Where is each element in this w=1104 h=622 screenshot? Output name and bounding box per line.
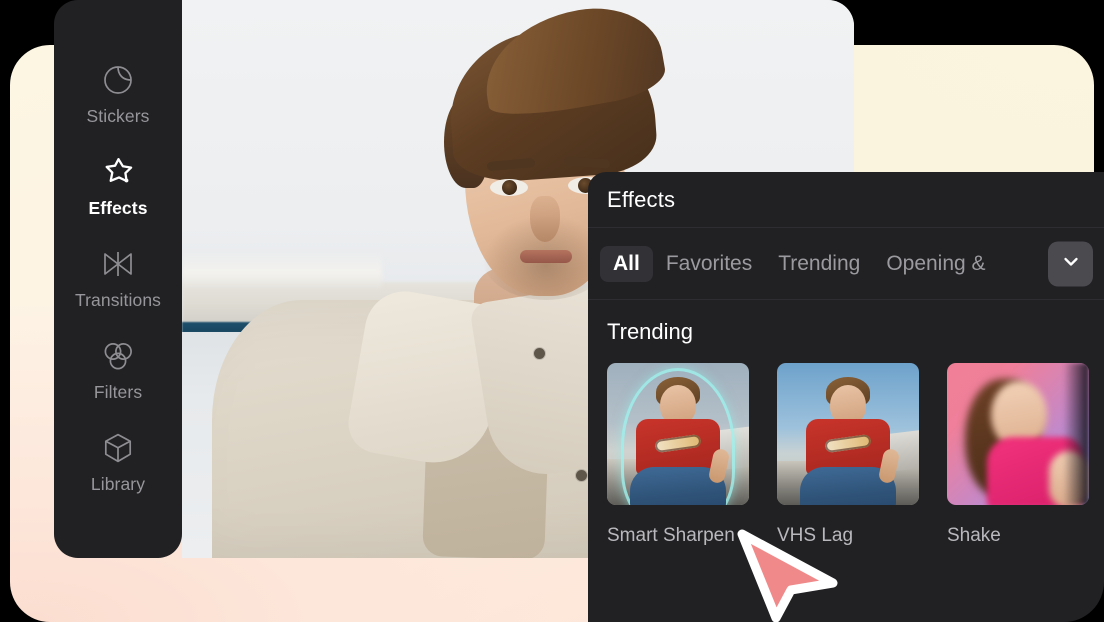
effect-thumbnail[interactable] [607,363,749,505]
tab-opening[interactable]: Opening & [873,246,998,282]
sidebar-item-label: Filters [93,382,143,402]
sidebar-item-label: Library [90,474,146,494]
tabs-dropdown-button[interactable] [1048,241,1093,286]
tab-trending[interactable]: Trending [765,246,873,282]
effect-thumbnail[interactable] [777,363,919,505]
star-sparkle-icon [101,155,135,189]
subject-button-top [534,348,545,359]
thumb3-edge-shadow [1063,363,1089,505]
effects-panel-header: Effects [588,172,1104,228]
tool-sidebar: Stickers Effects Transitions Filters Lib… [54,0,182,558]
subject-button-bottom [576,470,587,481]
subject-pupil-left [502,180,517,195]
tab-favorites[interactable]: Favorites [653,246,765,282]
section-title: Trending [607,319,694,344]
effect-thumbnail[interactable] [947,363,1089,505]
effect-card-vhs-lag[interactable]: VHS Lag [777,363,919,547]
sidebar-item-label: Stickers [86,106,150,126]
effect-card-smart-sharpen[interactable]: Smart Sharpen [607,363,749,547]
cube-icon [101,431,135,465]
sidebar-item-effects[interactable]: Effects [54,155,182,219]
screenshot-root: Stickers Effects Transitions Filters Lib… [0,0,1104,622]
subject-mouth [520,250,572,263]
transition-icon [101,247,135,281]
effects-grid: Smart Sharpen VHS Lag Shake [588,345,1104,547]
effect-label: Smart Sharpen [607,525,735,546]
sidebar-item-filters[interactable]: Filters [54,339,182,403]
sidebar-item-stickers[interactable]: Stickers [54,63,182,127]
chevron-down-icon [1060,250,1082,277]
panel-title: Effects [607,186,676,212]
sidebar-item-label: Transitions [74,290,162,310]
sidebar-item-transitions[interactable]: Transitions [54,247,182,311]
effect-label: VHS Lag [777,525,854,546]
sidebar-item-label: Effects [88,198,148,218]
effect-card-shake[interactable]: Shake [947,363,1089,547]
effect-label: Shake [947,525,1001,546]
filters-icon [101,339,135,373]
effects-panel: Effects All Favorites Trending Opening &… [588,172,1104,622]
sidebar-item-library[interactable]: Library [54,431,182,495]
effects-category-tabs: All Favorites Trending Opening & [588,228,1104,300]
sticker-icon [101,63,135,97]
tab-all[interactable]: All [600,245,653,282]
subject-nose [530,196,560,242]
